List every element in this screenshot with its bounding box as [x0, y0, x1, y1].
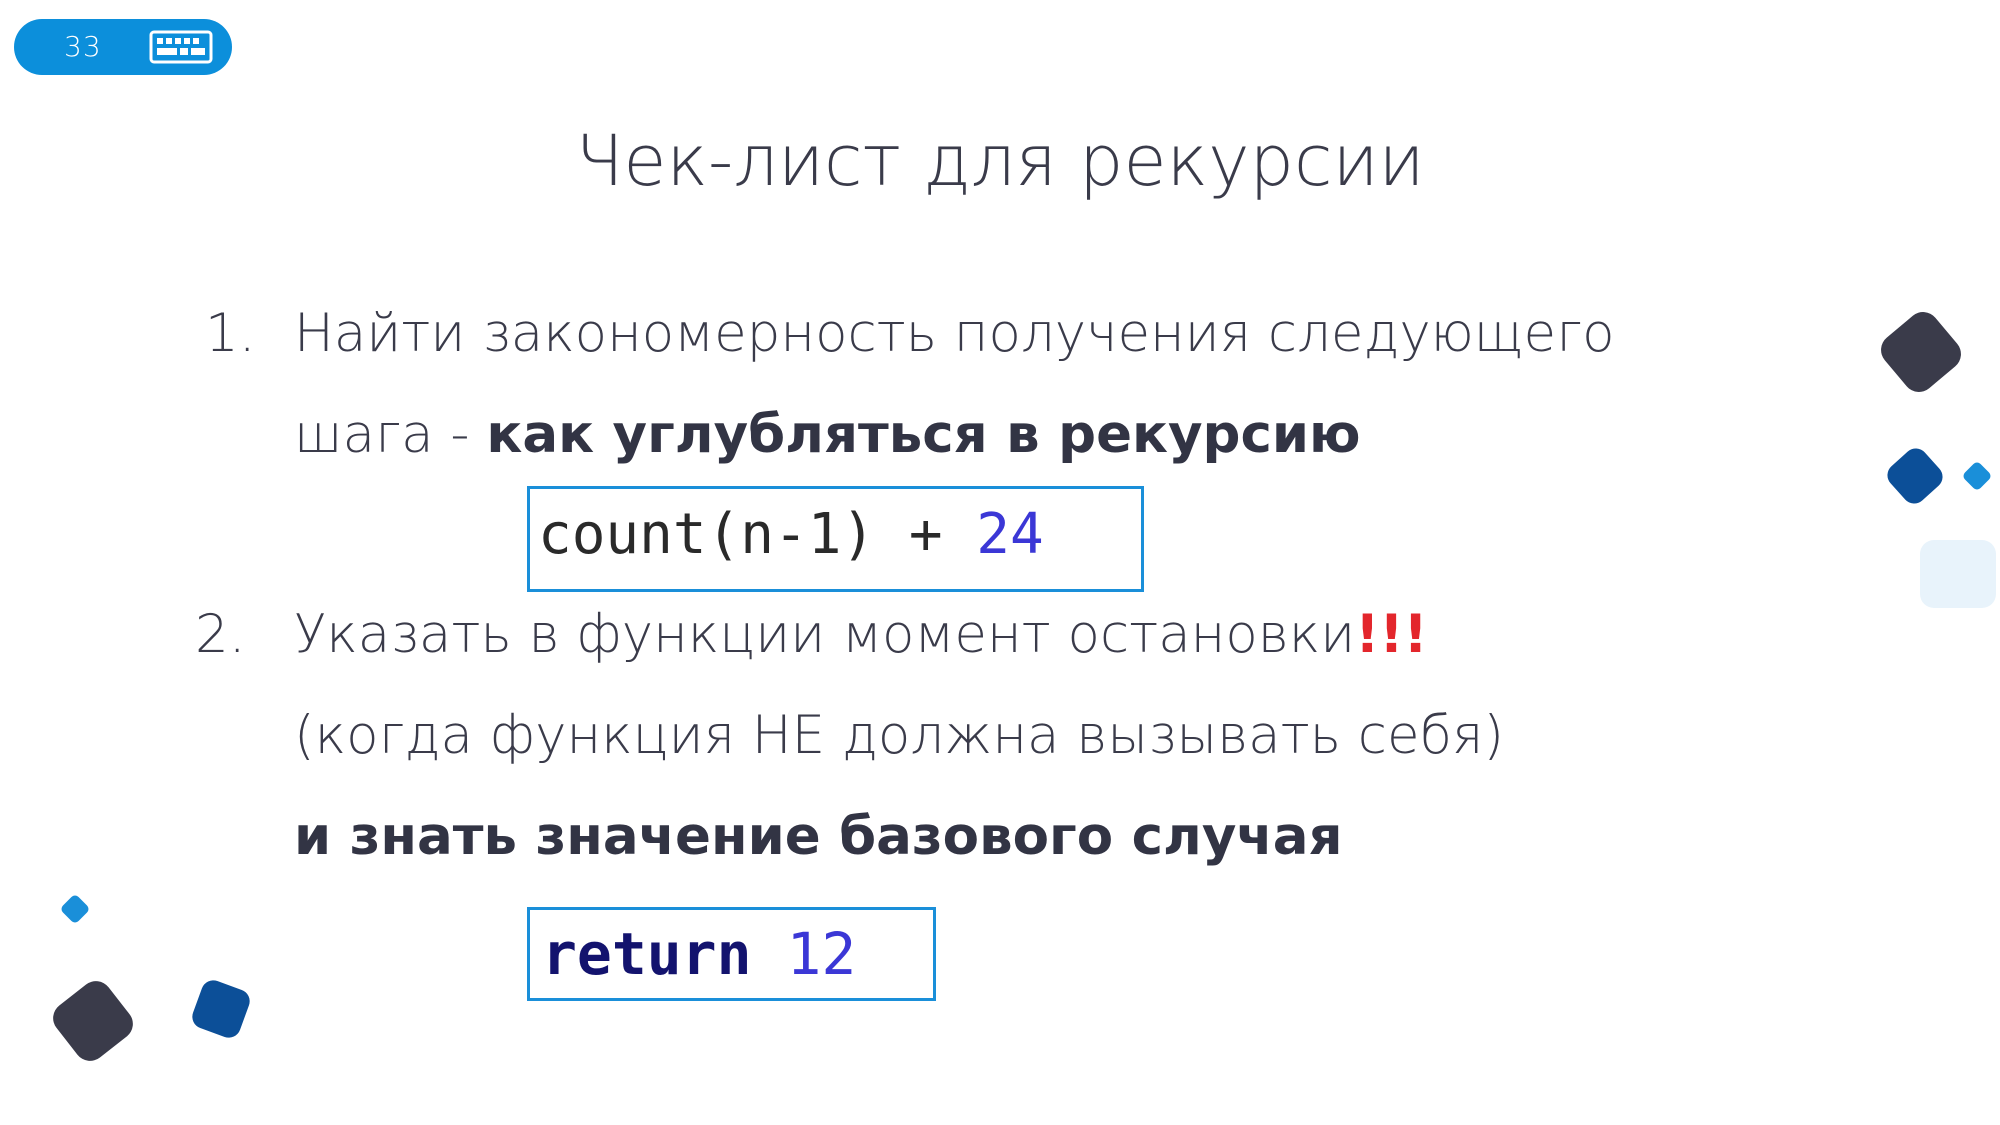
- item-1-line-2: шага - как углубляться в рекурсию: [294, 402, 1361, 468]
- keyboard-icon: [149, 30, 213, 64]
- code-recursive-call: count(n-1) +: [538, 502, 977, 567]
- slide: 33 Чек-лист для рекурсии 1. Найти законо…: [0, 0, 2000, 1125]
- item-1-line-1: Найти закономерность получения следующег…: [294, 303, 1615, 364]
- item-2-line-3: и знать значение базового случая: [294, 806, 1343, 867]
- code-recursive-step: count(n-1) + 24: [538, 503, 1044, 567]
- item-2-line-1: Указать в функции момент остановки!!!: [294, 602, 1428, 668]
- item-2-emphasis: !!!: [1355, 604, 1428, 665]
- item-2-number: 2.: [195, 604, 246, 665]
- code-base-case: return 12: [542, 922, 856, 986]
- code-snippet-recursive-step: count(n-1) + 24: [527, 486, 1144, 592]
- code-snippet-base-case: return 12: [527, 907, 936, 1001]
- code-recursive-number: 24: [976, 502, 1044, 567]
- decorative-shapes-left: [53, 895, 250, 1061]
- item-1-line-2-plain: шага -: [294, 404, 487, 465]
- page-badge: 33: [14, 19, 232, 75]
- item-1-number: 1.: [205, 303, 256, 364]
- decorative-shapes-right: [1881, 312, 1996, 608]
- item-1-line-2-bold: как углубляться в рекурсию: [486, 404, 1361, 465]
- item-2-line-1-text: Указать в функции момент остановки: [294, 604, 1356, 665]
- code-return-keyword: return: [542, 920, 752, 988]
- item-2-line-2: (когда функция НЕ должна вызывать себя): [294, 705, 1505, 766]
- slide-title: Чек-лист для рекурсии: [575, 120, 1425, 202]
- code-base-number: 12: [786, 920, 857, 988]
- page-number: 33: [64, 30, 102, 63]
